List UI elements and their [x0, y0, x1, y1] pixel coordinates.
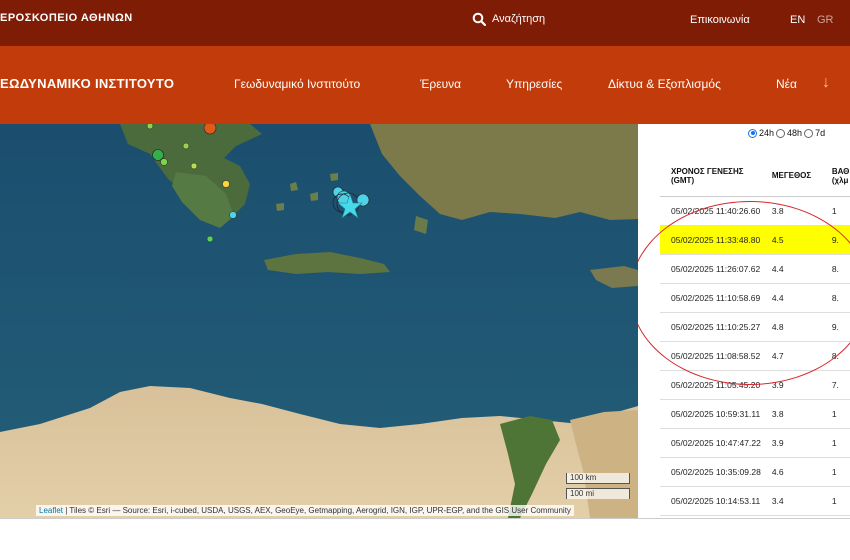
- scale-bar-km: 100 km: [566, 473, 630, 484]
- leaflet-link[interactable]: Leaflet: [39, 506, 63, 515]
- lang-gr-link[interactable]: GR: [817, 14, 834, 26]
- main-nav: ΕΩΔΥΝΑΜΙΚΟ ΙΝΣΤΙΤΟΥΤΟ Γεωδυναμικό Ινστιτ…: [0, 46, 850, 124]
- cell-mag: 3.9: [760, 428, 821, 458]
- cell-mag: 3.4: [760, 486, 821, 516]
- page-bottom: [0, 518, 850, 560]
- header-depth[interactable]: ΒΑΘ (χλμ: [820, 156, 850, 197]
- table-row[interactable]: 05/02/2025 10:35:09.28 4.6 1: [660, 457, 850, 487]
- search-label: Αναζήτηση: [492, 13, 546, 25]
- institute-title[interactable]: ΕΩΔΥΝΑΜΙΚΟ ΙΝΣΤΙΤΟΥΤΟ: [0, 76, 174, 91]
- map-attribution: Leaflet | Tiles © Esri — Source: Esri, i…: [36, 505, 574, 516]
- cell-mag: 3.8: [760, 196, 821, 226]
- earthquake-marker: [203, 124, 217, 135]
- cell-time: 05/02/2025 11:33:48.80: [660, 225, 761, 255]
- table-row[interactable]: 05/02/2025 10:59:31.11 3.8 1: [660, 399, 850, 429]
- cell-time: 05/02/2025 10:14:53.11: [660, 486, 761, 516]
- table-row[interactable]: 05/02/2025 11:33:48.80 4.5 9.: [660, 225, 850, 255]
- cell-mag: 4.7: [760, 341, 821, 371]
- cell-time: 05/02/2025 10:35:09.28: [660, 457, 761, 487]
- radio-7d[interactable]: [804, 128, 814, 138]
- earthquake-marker: [206, 235, 214, 243]
- table-row[interactable]: 05/02/2025 11:10:25.27 4.8 9.: [660, 312, 850, 342]
- cell-depth: 1: [820, 486, 850, 516]
- header-origin-time[interactable]: ΧΡΟΝΟΣ ΓΕΝΕΣΗΣ (GMT): [660, 156, 761, 197]
- cell-time: 05/02/2025 11:40:26.60: [660, 196, 761, 226]
- cell-depth: 8.: [820, 283, 850, 313]
- cell-mag: 3.8: [760, 399, 821, 429]
- contact-link[interactable]: Επικοινωνία: [690, 14, 750, 26]
- cell-time: 05/02/2025 10:59:31.11: [660, 399, 761, 429]
- arrow-down-icon[interactable]: ↓: [822, 74, 830, 92]
- table-row[interactable]: 05/02/2025 10:14:53.11 3.4 1: [660, 486, 850, 516]
- earthquake-marker: [152, 149, 164, 161]
- table-row[interactable]: 05/02/2025 11:10:58.69 4.4 8.: [660, 283, 850, 313]
- cell-time: 05/02/2025 11:08:58.52: [660, 341, 761, 371]
- cell-time: 05/02/2025 11:10:25.27: [660, 312, 761, 342]
- cell-depth: 8.: [820, 254, 850, 284]
- table-row[interactable]: 05/02/2025 11:08:58.52 4.7 8.: [660, 341, 850, 371]
- cell-mag: 4.5: [760, 225, 821, 255]
- nav-item-services[interactable]: Υπηρεσίες: [506, 77, 562, 91]
- radio-24h-label[interactable]: 24h: [759, 128, 774, 138]
- radio-7d-label[interactable]: 7d: [815, 128, 825, 138]
- earthquake-marker: [229, 211, 237, 219]
- table-row[interactable]: 05/02/2025 10:47:47.22 3.9 1: [660, 428, 850, 458]
- nav-item-research[interactable]: Έρευνα: [420, 77, 461, 91]
- earthquake-list-panel: 24h 48h 7d ΧΡΟΝΟΣ ΓΕΝΕΣΗΣ (GMT) ΜΕΓΕΘΟΣ …: [638, 124, 850, 518]
- earthquake-table: ΧΡΟΝΟΣ ΓΕΝΕΣΗΣ (GMT) ΜΕΓΕΘΟΣ ΒΑΘ (χλμ 05…: [660, 156, 850, 516]
- cell-depth: 1: [820, 457, 850, 487]
- time-range-selector: 24h 48h 7d: [748, 128, 825, 138]
- table-row[interactable]: 05/02/2025 11:05:45.20 3.9 7.: [660, 370, 850, 400]
- search-icon: [472, 12, 486, 26]
- cell-depth: 9.: [820, 312, 850, 342]
- search-link[interactable]: Αναζήτηση: [472, 12, 545, 26]
- earthquake-marker: [160, 158, 168, 166]
- radio-24h[interactable]: [748, 128, 757, 138]
- cell-depth: 1: [820, 428, 850, 458]
- cell-depth: 1: [820, 196, 850, 226]
- earthquake-marker: [190, 162, 198, 170]
- scale-bar-mi: 100 mi: [566, 488, 630, 499]
- cell-mag: 4.4: [760, 254, 821, 284]
- cell-mag: 4.6: [760, 457, 821, 487]
- cell-time: 05/02/2025 11:05:45.20: [660, 370, 761, 400]
- seismic-map[interactable]: 100 km 100 mi Leaflet | Tiles © Esri — S…: [0, 124, 638, 518]
- site-brand[interactable]: ΕΡΟΣΚΟΠΕΙΟ ΑΘΗΝΩΝ: [0, 12, 133, 24]
- map-canvas[interactable]: [0, 124, 638, 518]
- radio-48h[interactable]: [776, 128, 786, 138]
- cell-time: 05/02/2025 11:26:07.62: [660, 254, 761, 284]
- cell-mag: 3.9: [760, 370, 821, 400]
- header-magnitude[interactable]: ΜΕΓΕΘΟΣ: [760, 156, 821, 197]
- lang-en-link[interactable]: EN: [790, 14, 805, 26]
- nav-item-institute[interactable]: Γεωδυναμικό Ινστιτούτο: [234, 77, 360, 91]
- nav-item-networks[interactable]: Δίκτυα & Εξοπλισμός: [608, 77, 721, 91]
- earthquake-marker: [222, 180, 230, 188]
- cell-depth: 7.: [820, 370, 850, 400]
- table-row[interactable]: 05/02/2025 11:40:26.60 3.8 1: [660, 196, 850, 226]
- nav-item-news[interactable]: Νέα: [776, 77, 797, 91]
- top-bar: ΕΡΟΣΚΟΠΕΙΟ ΑΘΗΝΩΝ Αναζήτηση Επικοινωνία …: [0, 0, 850, 46]
- radio-48h-label[interactable]: 48h: [787, 128, 802, 138]
- attribution-text: | Tiles © Esri — Source: Esri, i-cubed, …: [65, 506, 571, 515]
- cell-depth: 1: [820, 399, 850, 429]
- cell-depth: 9.: [820, 225, 850, 255]
- cell-time: 05/02/2025 11:10:58.69: [660, 283, 761, 313]
- table-header-row: ΧΡΟΝΟΣ ΓΕΝΕΣΗΣ (GMT) ΜΕΓΕΘΟΣ ΒΑΘ (χλμ: [660, 156, 850, 197]
- cell-mag: 4.4: [760, 283, 821, 313]
- cell-time: 05/02/2025 10:47:47.22: [660, 428, 761, 458]
- table-row[interactable]: 05/02/2025 11:26:07.62 4.4 8.: [660, 254, 850, 284]
- earthquake-marker: [146, 124, 154, 130]
- cell-mag: 4.8: [760, 312, 821, 342]
- earthquake-marker: [182, 142, 190, 150]
- cell-depth: 8.: [820, 341, 850, 371]
